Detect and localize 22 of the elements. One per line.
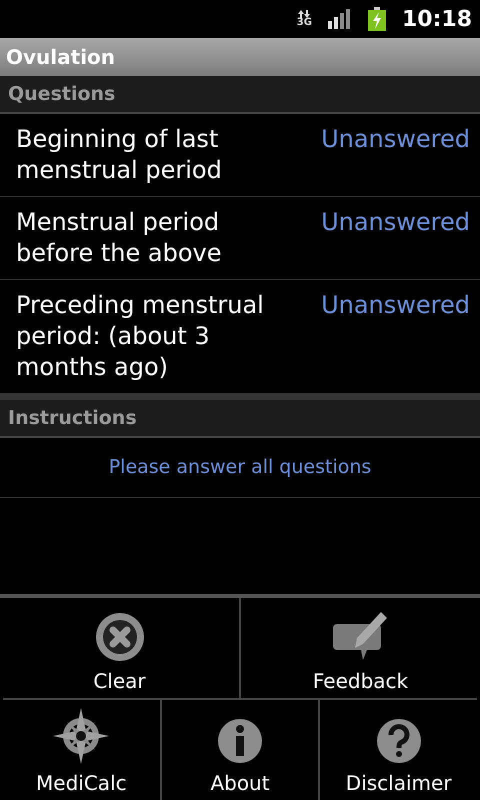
network-type: 3G <box>296 18 312 28</box>
section-title: Instructions <box>8 406 137 431</box>
battery-charging-icon <box>368 7 386 31</box>
clock: 10:18 <box>402 6 472 34</box>
instruction-text: Please answer all questions <box>108 455 372 480</box>
question-row[interactable]: Beginning of last menstrual period Unanswered <box>0 114 480 197</box>
question-row[interactable]: Menstrual period before the above Unanswered <box>0 197 480 280</box>
question-label: Menstrual period before the above <box>16 207 222 269</box>
question-label: Preceding menstrual period: (about 3 months ago) <box>16 290 265 383</box>
compass-icon <box>53 708 110 764</box>
app-title: Ovulation <box>6 44 116 71</box>
question-label: Beginning of last menstrual period <box>16 124 223 186</box>
signal-icon <box>328 9 352 29</box>
data-arrows-icon <box>298 10 310 18</box>
section-title: Questions <box>8 82 116 107</box>
info-icon <box>217 718 263 764</box>
answer-value: Unanswered <box>321 290 470 321</box>
answer-value: Unanswered <box>321 124 470 155</box>
answer-value: Unanswered <box>321 207 470 238</box>
speech-bubble-pencil-icon <box>332 610 388 662</box>
help-icon <box>376 718 422 764</box>
close-icon <box>94 612 144 662</box>
